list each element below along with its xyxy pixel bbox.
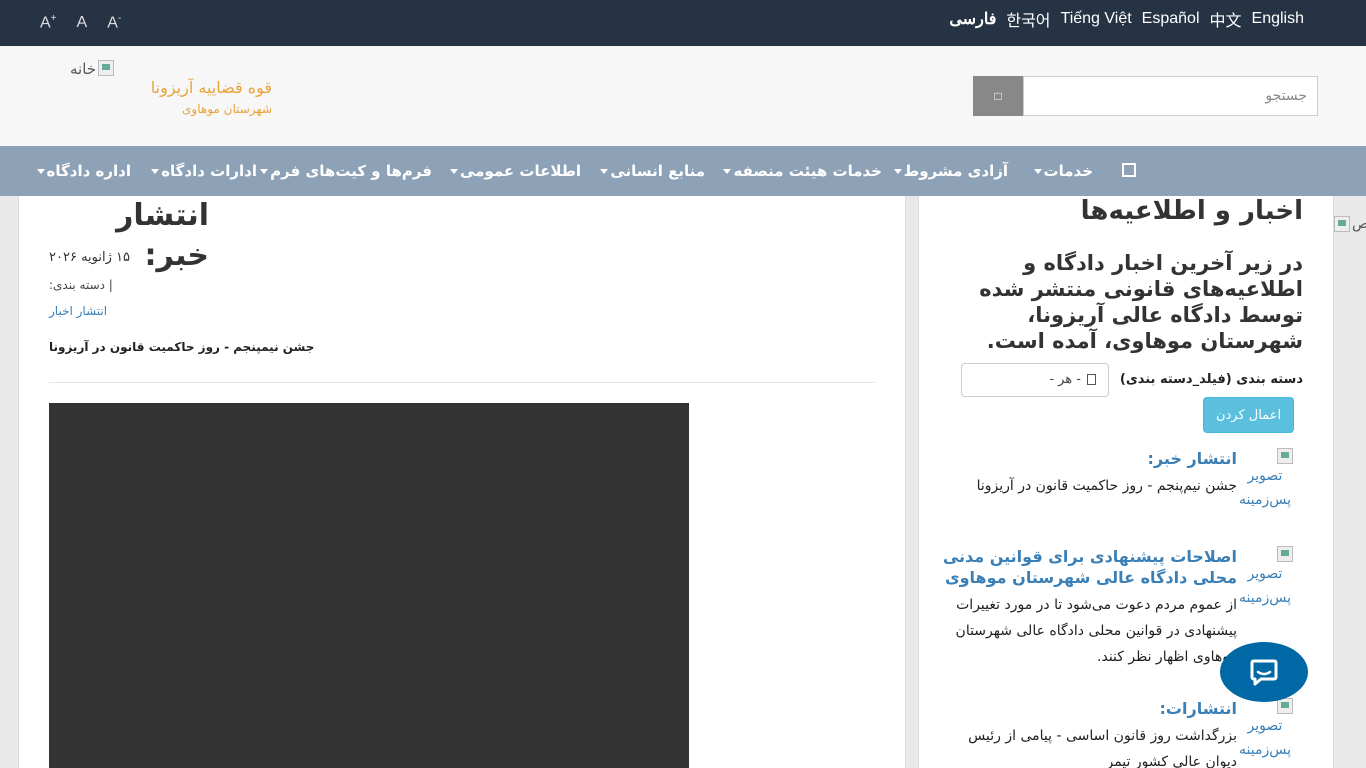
chevron-down-icon xyxy=(723,169,732,174)
divider xyxy=(49,382,875,383)
org-name[interactable]: قوه قضاییه آریزونا xyxy=(136,78,272,97)
chevron-down-icon xyxy=(36,169,45,174)
lang-korean[interactable]: 한국어 xyxy=(1006,7,1050,31)
article-category-label: | دسته بندی: xyxy=(49,278,113,292)
nav-court-administration[interactable]: اداره دادگاه xyxy=(36,146,131,196)
home-logo-link[interactable]: خانه xyxy=(70,60,115,78)
font-normal-button[interactable]: A xyxy=(77,14,88,32)
font-decrease-button[interactable]: A- xyxy=(107,13,121,32)
chat-button[interactable] xyxy=(1220,642,1308,702)
site-header: خانه قوه قضاییه آریزونا شهرستان موهاوی □ xyxy=(0,46,1366,146)
chat-icon xyxy=(1250,659,1278,686)
chevron-down-icon xyxy=(1033,169,1042,174)
chevron-down-icon xyxy=(600,169,609,174)
news-title-link[interactable]: انتشارات: xyxy=(937,698,1237,719)
main-nav: خدمات آزادی مشروط خدمات هیئت منصفه منابع… xyxy=(0,146,1366,196)
broken-image-icon xyxy=(98,60,115,76)
font-size-controls: A+ A A- xyxy=(40,0,121,46)
nav-services[interactable]: خدمات xyxy=(1033,146,1093,196)
sidebar-intro: در زیر آخرین اخبار دادگاه و اطلاعیه‌های … xyxy=(979,251,1303,353)
lang-english[interactable]: English xyxy=(1252,10,1304,28)
nav-jury-services[interactable]: خدمات هیئت منصفه xyxy=(723,146,882,196)
nav-human-resources[interactable]: منابع انسانی xyxy=(600,146,705,196)
top-bar: A+ A A- فارسی 한국어 Tiếng Việt Español 中文 … xyxy=(0,0,1366,46)
video-player[interactable] xyxy=(49,403,689,768)
news-text: از عموم مردم دعوت می‌شود تا در مورد تغیی… xyxy=(955,597,1237,665)
chevron-down-icon xyxy=(151,169,160,174)
select-arrow-icon xyxy=(1087,374,1096,385)
lang-spanish[interactable]: Español xyxy=(1142,10,1200,28)
nav-probation[interactable]: آزادی مشروط xyxy=(893,146,1008,196)
font-increase-button[interactable]: A+ xyxy=(40,13,57,32)
logo-alt-text: خانه xyxy=(70,60,97,78)
news-text: جشن نیم‌پنجم - روز حاکمیت قانون در آریزو… xyxy=(976,478,1237,494)
edge-image: تص xyxy=(1334,216,1366,232)
nav-forms[interactable]: فرم‌ها و کیت‌های فرم xyxy=(260,146,432,196)
news-title-link[interactable]: اصلاحات پیشنهادی برای قوانین مدنی محلی د… xyxy=(937,546,1237,588)
chat-widget[interactable] xyxy=(1220,642,1308,702)
article-summary: جشن نیمپنجم - روز حاکمیت قانون در آریزون… xyxy=(49,340,315,354)
nav-public-information[interactable]: اطلاعات عمومی xyxy=(449,146,581,196)
broken-image-icon xyxy=(1277,546,1293,562)
search-icon: □ xyxy=(994,89,1002,103)
news-thumbnail: تصویر پس‌زمینه xyxy=(1237,546,1293,610)
org-subtitle: شهرستان موهاوی xyxy=(182,102,272,116)
news-thumbnail: تصویر پس‌زمینه xyxy=(1237,448,1293,512)
news-item: تصویر پس‌زمینه انتشار خبر: جشن نیم‌پنجم -… xyxy=(923,448,1293,518)
main-content: انتشار خبر: ۱۵ ژانویه ۲۰۲۶ | دسته بندی: … xyxy=(18,196,906,768)
chevron-down-icon xyxy=(449,169,458,174)
home-icon[interactable] xyxy=(1122,163,1136,177)
news-thumbnail: تصویر پس‌زمینه xyxy=(1237,698,1293,762)
article-date: ۱۵ ژانویه ۲۰۲۶ xyxy=(49,250,130,265)
news-item: تصویر پس‌زمینه انتشارات: بزرگداشت روز قان… xyxy=(923,698,1293,768)
chevron-down-icon xyxy=(260,169,269,174)
sidebar-title: اخبار و اطلاعیه‌ها xyxy=(1080,196,1303,226)
category-filter-label: دسته بندی (فیلد_دسته بندی) xyxy=(1119,372,1303,387)
apply-button[interactable]: اعمال کردن xyxy=(1203,397,1294,433)
news-title-link[interactable]: انتشار خبر: xyxy=(937,448,1237,469)
lang-farsi[interactable]: فارسی xyxy=(949,9,996,29)
nav-court-departments[interactable]: ادارات دادگاه xyxy=(151,146,257,196)
article-category-link[interactable]: انتشار اخبار xyxy=(49,304,107,318)
search-button[interactable]: □ xyxy=(973,76,1023,116)
lang-vietnamese[interactable]: Tiếng Việt xyxy=(1061,10,1132,28)
chevron-down-icon xyxy=(893,169,902,174)
broken-image-icon xyxy=(1334,216,1350,232)
article-title-wrap: انتشار خبر: xyxy=(49,196,209,273)
language-selector: فارسی 한국어 Tiếng Việt Español 中文 English xyxy=(949,0,1304,38)
news-text: بزرگداشت روز قانون اساسی - پیامی از رئیس… xyxy=(968,728,1237,768)
category-filter-select[interactable]: - هر - xyxy=(961,363,1109,397)
search-input[interactable] xyxy=(1023,76,1318,116)
lang-chinese[interactable]: 中文 xyxy=(1210,7,1242,31)
broken-image-icon xyxy=(1277,448,1293,464)
